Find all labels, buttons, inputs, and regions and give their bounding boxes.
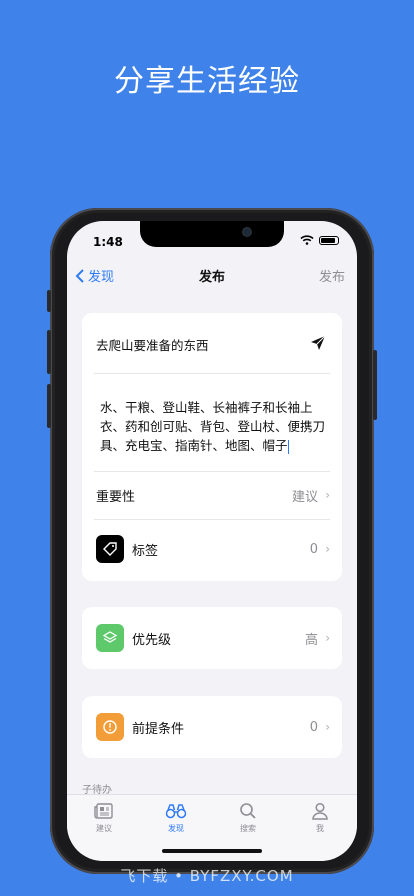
- search-icon: [240, 803, 256, 819]
- post-card: 去爬山要准备的东西 水、干粮、登山鞋、长袖裤子和长袖上衣、药和创可贴、背包、登山…: [82, 313, 342, 581]
- phone-screen: 1:48 发现 发布 发布 去爬山要准备的东西 水、干粮、登山鞋、长袖裤子和长袖…: [67, 221, 357, 861]
- tag-icon: [96, 535, 124, 563]
- importance-row[interactable]: 重要性 建议 ›: [82, 473, 342, 517]
- chevron-right-icon: ›: [325, 542, 330, 556]
- home-indicator: [162, 849, 262, 853]
- watermark: 飞下载 • BYFZXY.COM: [120, 867, 294, 885]
- importance-value: 建议: [291, 489, 318, 505]
- importance-label: 重要性: [96, 489, 136, 505]
- tab-label: 建议: [96, 824, 112, 833]
- promo-headline: 分享生活经验: [114, 64, 300, 99]
- send-icon[interactable]: [310, 335, 326, 351]
- priority-row[interactable]: 优先级 高 ›: [82, 616, 342, 660]
- priority-value: 高: [304, 632, 318, 648]
- tab-label: 搜索: [240, 824, 256, 833]
- prerequisite-value: 0: [309, 719, 318, 735]
- binoculars-icon: [165, 804, 187, 819]
- chevron-right-icon: ›: [325, 720, 330, 734]
- priority-label: 优先级: [132, 632, 172, 648]
- tab-search[interactable]: 搜索: [218, 801, 278, 834]
- info-icon: [96, 713, 124, 741]
- divider: [94, 373, 330, 374]
- prerequisite-card: 前提条件 0 ›: [82, 696, 342, 758]
- prerequisite-row[interactable]: 前提条件 0 ›: [82, 705, 342, 749]
- tags-label: 标签: [132, 543, 159, 559]
- person-icon: [312, 802, 328, 820]
- divider: [94, 471, 330, 472]
- text-cursor: [287, 439, 290, 454]
- wifi-icon: [300, 235, 314, 245]
- newspaper-icon: [94, 803, 113, 819]
- tab-label: 我: [316, 824, 324, 833]
- chevron-right-icon: ›: [325, 488, 330, 502]
- tags-value: 0: [309, 541, 318, 557]
- tab-bar: 建议 发现 搜索 我: [67, 794, 357, 861]
- layers-icon: [96, 624, 124, 652]
- volume-down-button: [47, 384, 51, 428]
- status-icons: [300, 235, 339, 245]
- battery-icon: [319, 235, 339, 245]
- post-title-input[interactable]: 去爬山要准备的东西: [96, 335, 209, 354]
- priority-card: 优先级 高 ›: [82, 607, 342, 669]
- tab-me[interactable]: 我: [290, 801, 350, 834]
- divider: [94, 519, 330, 520]
- tab-label: 发现: [168, 824, 184, 833]
- status-time: 1:48: [93, 235, 123, 249]
- notch: [140, 221, 284, 247]
- volume-up-button: [47, 330, 51, 374]
- power-button: [373, 350, 377, 420]
- mute-switch: [47, 290, 51, 312]
- navigation-bar: 发现 发布 发布: [67, 261, 357, 289]
- tags-row[interactable]: 标签 0 ›: [82, 527, 342, 571]
- camera-icon: [243, 228, 251, 236]
- tab-suggestions[interactable]: 建议: [74, 801, 134, 834]
- post-body-textarea[interactable]: 水、干粮、登山鞋、长袖裤子和长袖上衣、药和创可贴、背包、登山杖、便携刀具、充电宝…: [100, 398, 328, 455]
- post-body-text: 水、干粮、登山鞋、长袖裤子和长袖上衣、药和创可贴、背包、登山杖、便携刀具、充电宝…: [100, 400, 326, 453]
- tab-discover[interactable]: 发现: [146, 801, 206, 834]
- publish-button[interactable]: 发布: [319, 266, 345, 285]
- page-title: 发布: [198, 270, 225, 285]
- prerequisite-label: 前提条件: [132, 721, 185, 737]
- chevron-right-icon: ›: [325, 631, 330, 645]
